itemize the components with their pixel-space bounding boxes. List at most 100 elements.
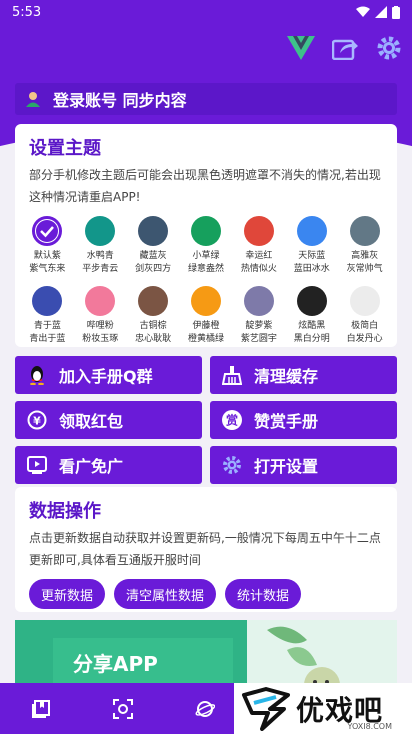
signal-icon xyxy=(375,6,387,18)
site-watermark: 优戏吧 YOXI8.COM xyxy=(234,683,412,734)
theme-swatch-name: 极简白 xyxy=(351,321,379,331)
gear-icon xyxy=(222,455,242,475)
svg-text:赏: 赏 xyxy=(226,413,238,428)
red-packet-button[interactable]: ¥ 领取红包 xyxy=(15,401,202,439)
theme-swatch-subtitle: 青出于蓝 xyxy=(29,334,66,344)
theme-swatch-subtitle: 紫艺圆宇 xyxy=(240,334,277,344)
theme-color-dot xyxy=(32,286,63,316)
theme-swatch[interactable]: 青于蓝 青出于蓝 xyxy=(21,286,74,346)
open-settings-button[interactable]: 打开设置 xyxy=(210,446,397,484)
theme-swatch-name: 水鸭青 xyxy=(86,251,114,261)
theme-swatch-subtitle: 粉妆玉琢 xyxy=(82,334,119,344)
watermark-url: YOXI8.COM xyxy=(347,722,393,731)
theme-swatch[interactable]: 靛萝紫 紫艺圆宇 xyxy=(232,286,285,346)
theme-swatch-subtitle: 黑白分明 xyxy=(293,334,330,344)
nav-handbook-icon[interactable] xyxy=(0,699,82,719)
login-sync-button[interactable]: 登录账号 同步内容 xyxy=(15,83,397,115)
theme-swatch-name: 默认紫 xyxy=(33,251,61,261)
gear-icon[interactable] xyxy=(374,33,404,63)
theme-color-dot xyxy=(349,216,380,246)
theme-color-dot xyxy=(32,216,63,246)
donate-button[interactable]: 赏 赞赏手册 xyxy=(210,401,397,439)
action-row-2: ¥ 领取红包 赏 赞赏手册 xyxy=(15,401,397,439)
theme-swatch[interactable]: 小草绿 绿意盎然 xyxy=(180,216,233,276)
theme-swatch-grid: 默认紫 紫气东来 水鸭青 平步青云 藏蓝灰 剑灰四方 小草绿 绿意盎然 幸运红 热情似火 天际蓝 蓝田… xyxy=(21,216,391,346)
status-bar: 5:53 xyxy=(0,0,412,24)
data-ops-description: 点击更新数据自动获取并设置更新码,一般情况下每周五中午十二点更新即可,具体看互通… xyxy=(29,531,381,567)
theme-swatch-name: 炫酷黑 xyxy=(298,321,326,331)
theme-card: 设置主题 部分手机修改主题后可能会出现黑色透明遮罩不消失的情况,若出现这种情况请… xyxy=(15,124,397,347)
vue-logo-icon[interactable] xyxy=(286,33,316,63)
theme-swatch-subtitle: 绿意盎然 xyxy=(187,264,224,274)
theme-swatch[interactable]: 默认紫 紫气东来 xyxy=(21,216,74,276)
share-app-title: 分享APP xyxy=(73,652,158,676)
theme-color-dot xyxy=(190,216,221,246)
check-icon xyxy=(36,220,59,242)
theme-color-dot xyxy=(243,216,274,246)
watermark-logo-icon xyxy=(242,686,290,731)
donate-label: 赞赏手册 xyxy=(254,412,319,431)
action-row-1: 加入手册Q群 清理缓存 xyxy=(15,356,397,394)
data-operations-card: 数据操作 点击更新数据自动获取并设置更新码,一般情况下每周五中午十二点更新即可,… xyxy=(15,487,397,612)
login-label: 登录账号 同步内容 xyxy=(53,91,187,110)
theme-swatch[interactable]: 伊藤橙 橙黄橘绿 xyxy=(180,286,233,346)
theme-swatch-name: 古铜棕 xyxy=(139,321,167,331)
theme-swatch-name: 藏蓝灰 xyxy=(139,251,167,261)
theme-swatch[interactable]: 炫酷黑 黑白分明 xyxy=(285,286,338,346)
theme-swatch[interactable]: 极简白 白发丹心 xyxy=(338,286,391,346)
status-icons xyxy=(356,5,400,19)
theme-swatch-subtitle: 忠心耿耿 xyxy=(135,334,172,344)
theme-swatch-subtitle: 剑灰四方 xyxy=(135,264,172,274)
user-avatar-icon xyxy=(26,92,40,107)
clear-cache-button[interactable]: 清理缓存 xyxy=(210,356,397,394)
battery-icon xyxy=(392,5,400,19)
theme-swatch[interactable]: 古铜棕 忠心耿耿 xyxy=(127,286,180,346)
theme-swatch-subtitle: 紫气东来 xyxy=(29,264,66,274)
red-packet-label: 领取红包 xyxy=(59,412,124,431)
theme-swatch[interactable]: 藏蓝灰 剑灰四方 xyxy=(127,216,180,276)
theme-swatch-subtitle: 橙黄橘绿 xyxy=(187,334,224,344)
theme-color-dot xyxy=(243,286,274,316)
money-icon: ¥ xyxy=(27,410,47,430)
theme-swatch-name: 靛萝紫 xyxy=(245,321,273,331)
top-toolbar xyxy=(286,33,404,63)
theme-swatch-name: 青于蓝 xyxy=(33,321,61,331)
data-ops-title: 数据操作 xyxy=(29,501,101,522)
watch-ad-button[interactable]: 看广免广 xyxy=(15,446,202,484)
status-time: 5:53 xyxy=(12,4,42,20)
donate-icon: 赏 xyxy=(222,410,242,430)
theme-swatch[interactable]: 天际蓝 蓝田冰水 xyxy=(285,216,338,276)
theme-swatch[interactable]: 哔哩粉 粉妆玉琢 xyxy=(74,286,127,346)
theme-swatch[interactable]: 水鸭青 平步青云 xyxy=(74,216,127,276)
video-play-icon xyxy=(27,455,47,475)
update-data-button[interactable]: 更新数据 xyxy=(29,579,106,609)
theme-swatch-name: 天际蓝 xyxy=(298,251,326,261)
theme-swatch-subtitle: 热情似火 xyxy=(240,264,277,274)
theme-color-dot xyxy=(296,216,327,246)
theme-color-dot xyxy=(85,286,116,316)
theme-color-dot xyxy=(190,286,221,316)
theme-color-dot xyxy=(296,286,327,316)
join-group-button[interactable]: 加入手册Q群 xyxy=(15,356,202,394)
qq-penguin-icon xyxy=(27,365,47,385)
theme-swatch-subtitle: 蓝田冰水 xyxy=(293,264,330,274)
theme-swatch-name: 幸运红 xyxy=(245,251,273,261)
theme-swatch-name: 小草绿 xyxy=(192,251,220,261)
theme-swatch[interactable]: 幸运红 热情似火 xyxy=(232,216,285,276)
theme-swatch-subtitle: 白发丹心 xyxy=(346,334,383,344)
svg-text:¥: ¥ xyxy=(33,415,41,428)
theme-color-dot xyxy=(85,216,116,246)
clear-cache-label: 清理缓存 xyxy=(254,367,319,386)
share-export-icon[interactable] xyxy=(330,33,360,63)
theme-swatch-subtitle: 平步青云 xyxy=(82,264,119,274)
theme-swatch-name: 哔哩粉 xyxy=(86,321,114,331)
theme-swatch-subtitle: 灰常帅气 xyxy=(346,264,383,274)
clear-attributes-button[interactable]: 清空属性数据 xyxy=(114,579,217,609)
action-row-3: 看广免广 打开设置 xyxy=(15,446,397,484)
theme-swatch[interactable]: 高雅灰 灰常帅气 xyxy=(338,216,391,276)
nav-scan-icon[interactable] xyxy=(82,698,164,719)
theme-swatch-name: 伊藤橙 xyxy=(192,321,220,331)
join-group-label: 加入手册Q群 xyxy=(59,367,153,386)
statistics-button[interactable]: 统计数据 xyxy=(225,579,302,609)
watch-ad-label: 看广免广 xyxy=(59,457,124,476)
